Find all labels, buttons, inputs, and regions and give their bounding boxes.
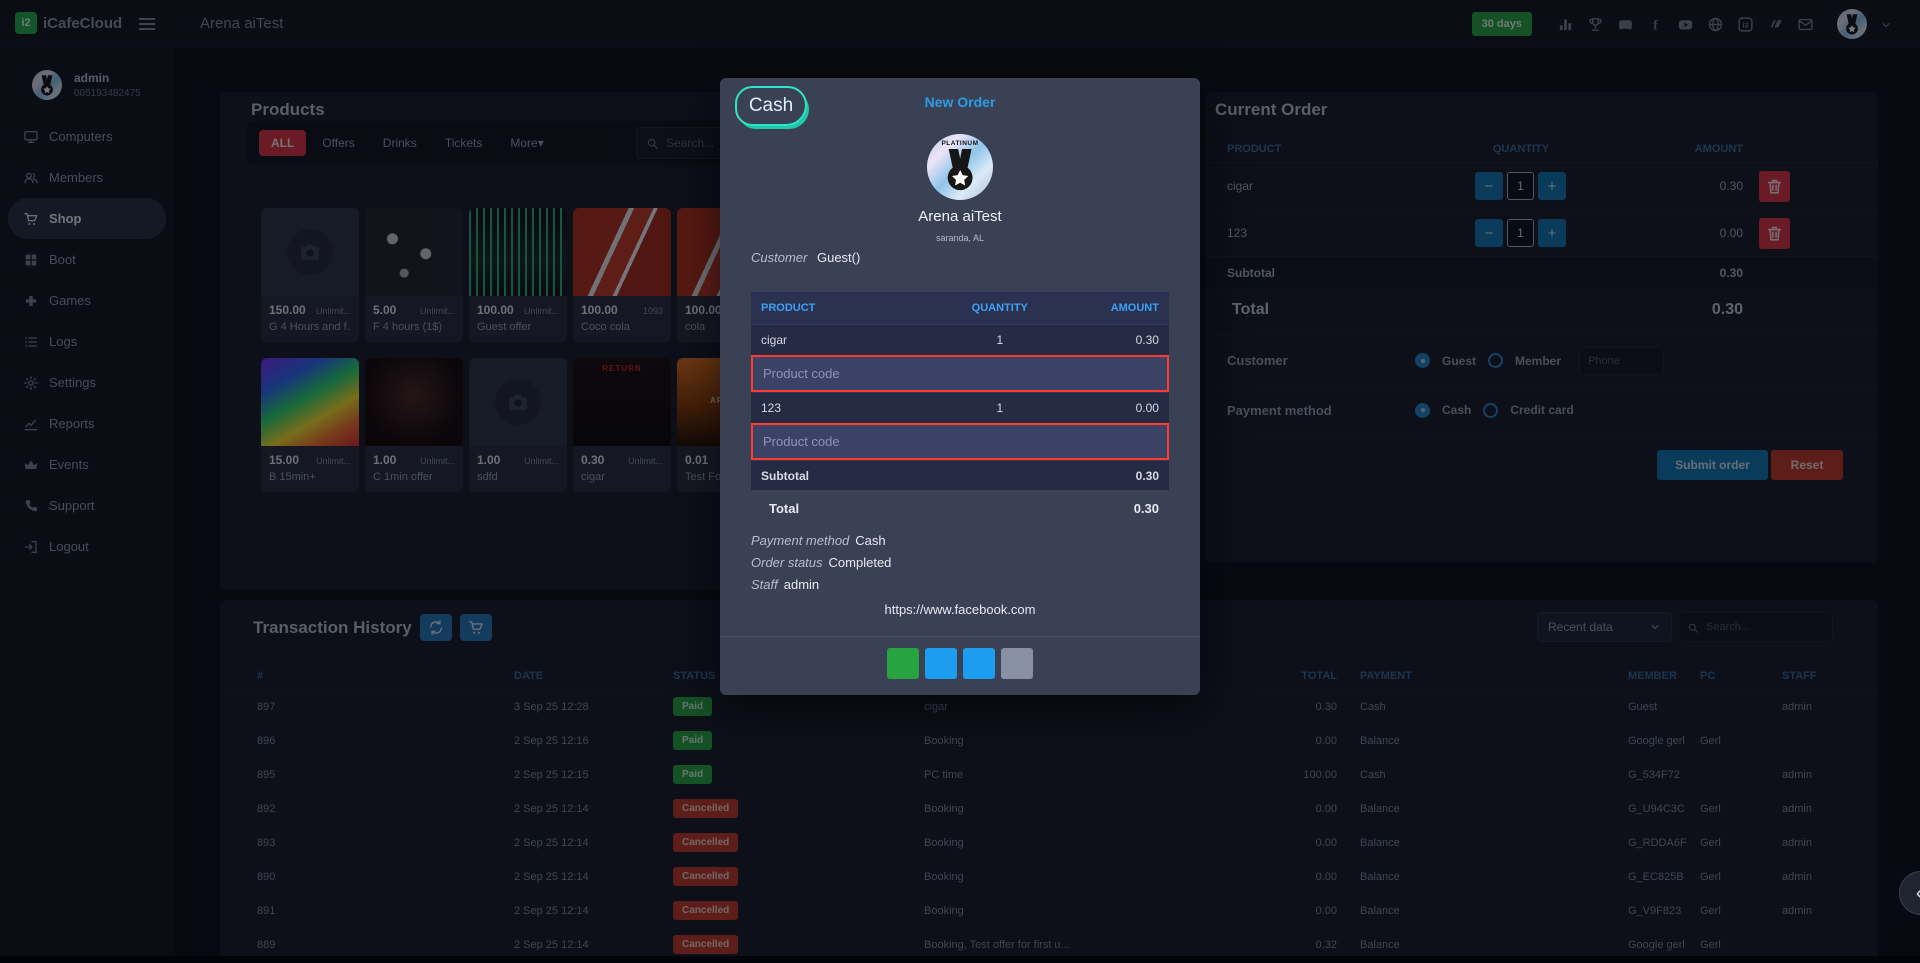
product-code-input[interactable] xyxy=(753,434,1167,449)
facebook-url: https://www.facebook.com xyxy=(720,602,1200,617)
modal-row-amount: 0.30 xyxy=(1059,333,1159,347)
medal-icon xyxy=(941,143,979,197)
modal-row-qty: 1 xyxy=(940,333,1059,347)
modal-buttons xyxy=(720,648,1200,679)
modal-order-row-group: 123 1 0.00 xyxy=(751,392,1169,460)
subtotal-value: 0.30 xyxy=(1136,469,1159,483)
subtotal-label: Subtotal xyxy=(761,469,809,483)
product-code-input[interactable] xyxy=(753,366,1167,381)
modal-action-button[interactable] xyxy=(925,648,957,679)
modal-order-row-group: cigar 1 0.30 xyxy=(751,324,1169,392)
order-status-label: Order status xyxy=(751,555,823,570)
modal-title: New Order xyxy=(720,94,1200,110)
customer-value: Guest() xyxy=(817,250,860,265)
order-status-value: Completed xyxy=(829,555,892,570)
total-value: 0.30 xyxy=(1134,501,1159,516)
product-code-highlight xyxy=(751,355,1169,392)
new-order-modal: Cash New Order PLATINUM Arena aiTest sar… xyxy=(720,78,1200,695)
modal-row-amount: 0.00 xyxy=(1059,401,1159,415)
modal-action-button[interactable] xyxy=(887,648,919,679)
modal-row-product: 123 xyxy=(761,401,940,415)
modal-action-button[interactable] xyxy=(963,648,995,679)
payment-method-label: Payment method xyxy=(751,533,849,548)
product-code-highlight xyxy=(751,423,1169,460)
payment-method-value: Cash xyxy=(855,533,885,548)
modal-divider xyxy=(720,636,1200,637)
venue-location: saranda, AL xyxy=(720,233,1200,243)
venue-medal-avatar: PLATINUM xyxy=(927,134,993,200)
order-items-table: PRODUCT QUANTITY AMOUNT cigar 1 0.30 123… xyxy=(751,292,1169,490)
col-quantity: QUANTITY xyxy=(940,302,1059,314)
staff-value: admin xyxy=(784,577,819,592)
app-screen: i2 iCafeCloud Arena aiTest 30 days fi2 a… xyxy=(0,0,1920,963)
staff-label: Staff xyxy=(751,577,778,592)
venue-name: Arena aiTest xyxy=(720,208,1200,225)
total-label: Total xyxy=(769,501,799,516)
col-amount: AMOUNT xyxy=(1059,302,1159,314)
modal-row-product: cigar xyxy=(761,333,940,347)
modal-row-qty: 1 xyxy=(940,401,1059,415)
customer-label: Customer xyxy=(751,250,807,265)
modal-action-button[interactable] xyxy=(1001,648,1033,679)
col-product: PRODUCT xyxy=(761,302,940,314)
